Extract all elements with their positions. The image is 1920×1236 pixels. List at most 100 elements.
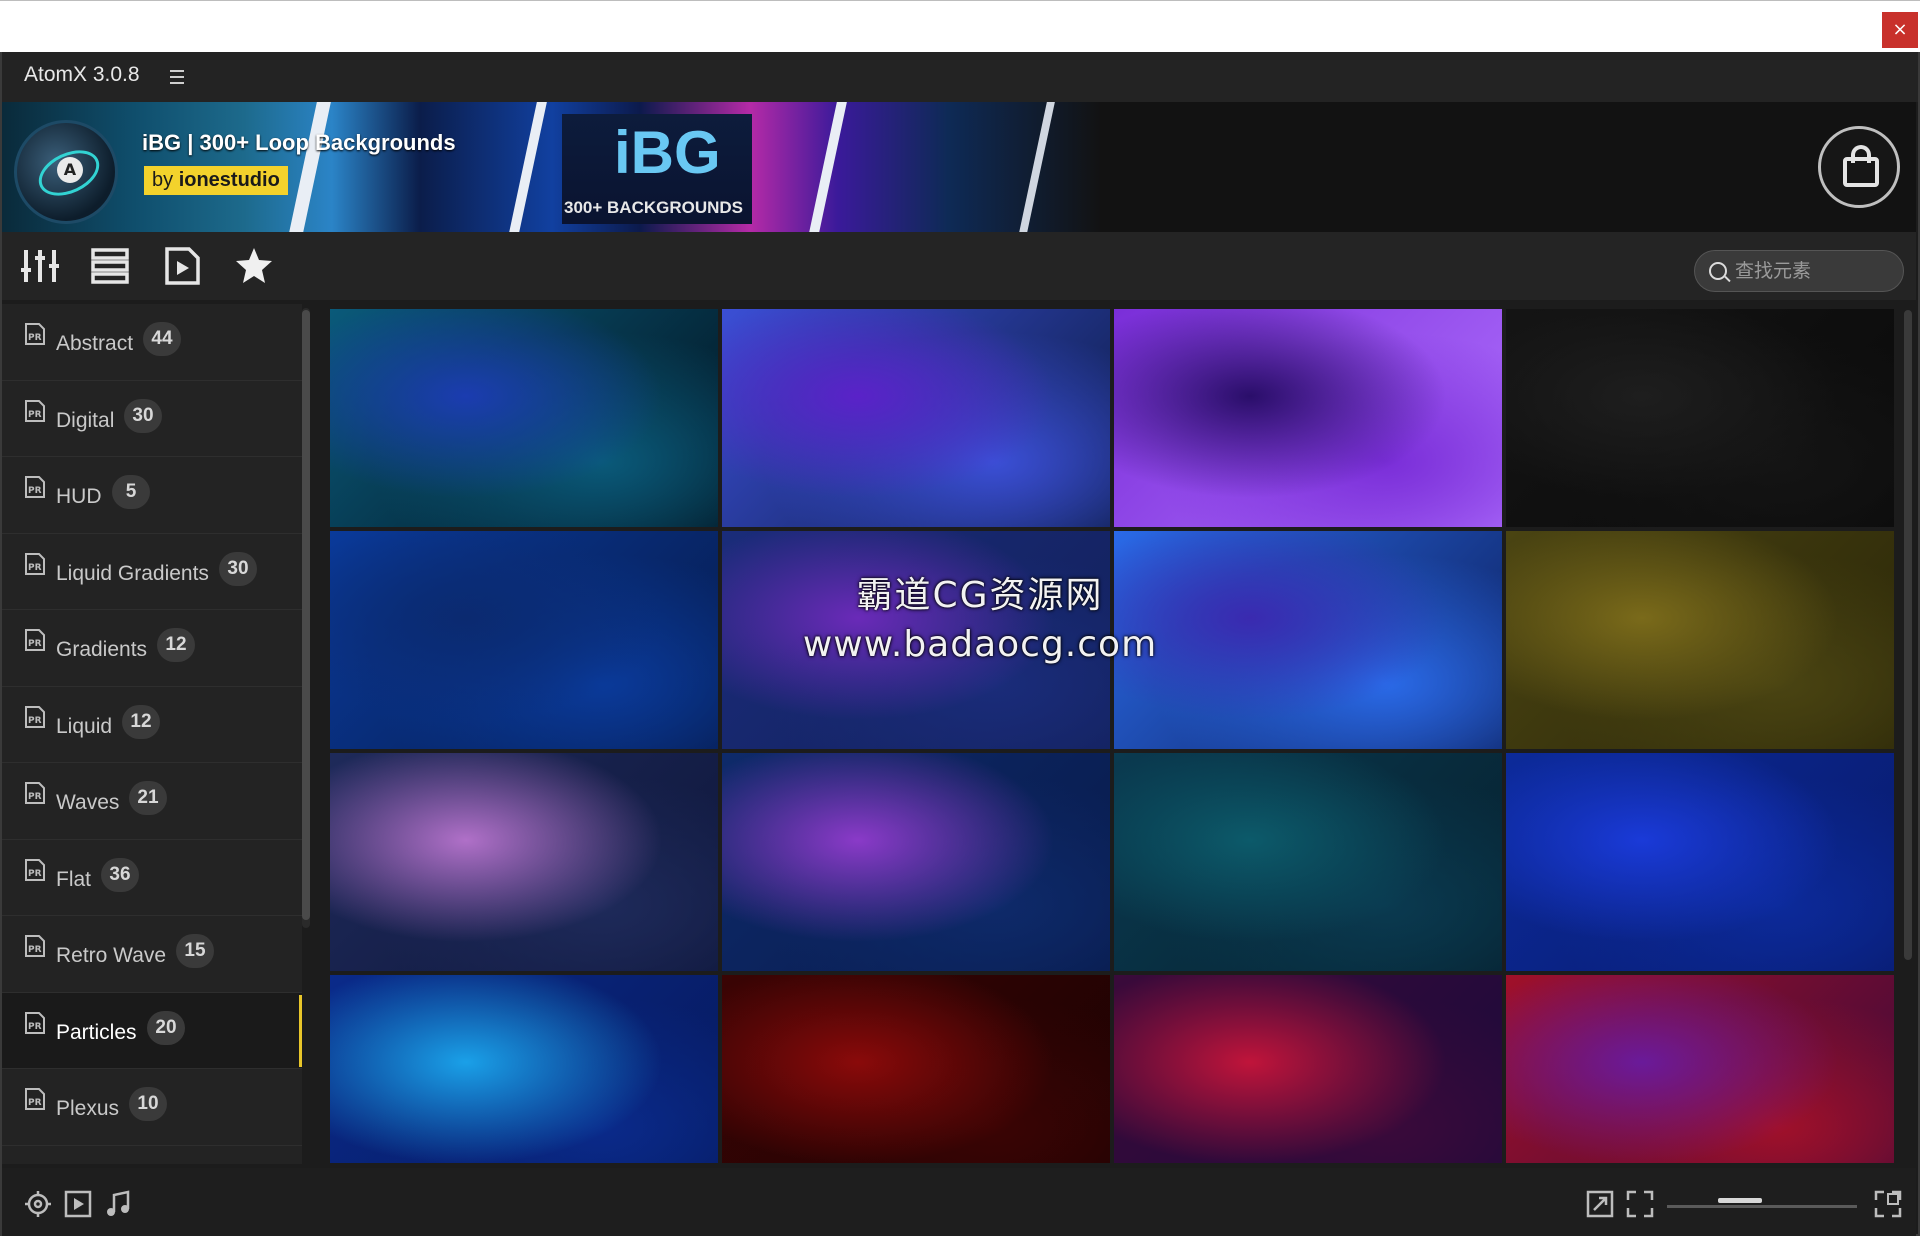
sidebar-item[interactable]: PR HUD 5: [2, 457, 302, 534]
premiere-file-icon: PR: [24, 399, 46, 423]
zoom-slider-track[interactable]: [1667, 1205, 1857, 1208]
title-bar: AtomX 3.0.8: [2, 52, 1918, 102]
video-thumbnail[interactable]: [1114, 753, 1502, 971]
sidebar-item[interactable]: PR Flat 36: [2, 840, 302, 916]
sidebar-item[interactable]: PR Digital 30: [2, 381, 302, 457]
search-box[interactable]: [1694, 250, 1904, 292]
star-icon[interactable]: [234, 246, 274, 286]
target-icon[interactable]: [24, 1190, 52, 1218]
sidebar-item-label: Particles: [56, 1020, 137, 1044]
sidebar-item-label: Flat: [56, 867, 92, 891]
sidebar-item-label: Digital: [56, 408, 115, 432]
video-thumbnail[interactable]: [330, 975, 718, 1163]
premiere-file-icon: PR: [24, 705, 46, 729]
video-thumbnail[interactable]: [330, 309, 718, 527]
video-thumbnail[interactable]: [722, 753, 1110, 971]
sidebar-item[interactable]: PR Liquid 12: [2, 687, 302, 763]
sidebar-item-count: 30: [124, 398, 162, 433]
sidebar-item-count: 36: [101, 857, 139, 892]
svg-text:PR: PR: [28, 1022, 42, 1032]
pack-banner: A iBG | 300+ Loop Backgrounds by ionestu…: [2, 102, 1916, 232]
shop-button[interactable]: [1818, 126, 1900, 208]
banner-author: by ionestudio: [144, 166, 288, 195]
video-thumbnail[interactable]: [1506, 975, 1894, 1163]
svg-text:PR: PR: [28, 410, 42, 420]
list-icon[interactable]: [90, 246, 130, 286]
svg-text:PR: PR: [28, 563, 42, 573]
play-file-icon[interactable]: [162, 246, 202, 286]
search-input[interactable]: [1735, 257, 1895, 285]
atomx-logo-icon: A: [14, 120, 118, 224]
watermark: 霸道CG资源网 www.badaocg.com: [760, 566, 1200, 665]
premiere-file-icon: PR: [24, 475, 46, 499]
sidebar-item-label: Liquid: [56, 714, 113, 738]
svg-text:PR: PR: [28, 486, 42, 496]
video-thumbnail[interactable]: [722, 975, 1110, 1163]
premiere-file-icon: PR: [24, 781, 46, 805]
video-thumbnail[interactable]: [330, 753, 718, 971]
sidebar-item[interactable]: PR Gradients 12: [2, 610, 302, 687]
ibg-brand-text: iBG: [614, 119, 721, 186]
video-thumbnail[interactable]: [1506, 309, 1894, 527]
sidebar-item[interactable]: PR Waves 21: [2, 763, 302, 840]
fit-icon[interactable]: [1626, 1190, 1654, 1218]
grid-scrollbar[interactable]: [1904, 310, 1912, 960]
category-sidebar: PR Abstract 44 PR Digital 30 PR HUD 5 PR Liquid Gr…: [2, 304, 302, 1164]
ibg-brand-box: iBG 300+ BACKGROUNDS: [562, 114, 752, 224]
watermark-line1: 霸道CG资源网: [856, 575, 1104, 616]
sidebar-item-count: 12: [122, 704, 160, 739]
svg-text:PR: PR: [28, 333, 42, 343]
video-thumbnail[interactable]: [722, 309, 1110, 527]
sidebar-item-count: 10: [129, 1087, 167, 1121]
sidebar-item-label: Liquid Gradients: [56, 561, 209, 585]
sidebar-item[interactable]: PR Particles 20: [2, 992, 302, 1069]
thumbnail-grid: [330, 309, 1896, 1163]
sidebar-item[interactable]: PR Abstract 44: [2, 304, 302, 381]
music-icon[interactable]: [104, 1190, 132, 1218]
search-icon: [1709, 262, 1727, 280]
expand-icon[interactable]: [1586, 1190, 1614, 1218]
sidebar-item-label: Plexus: [56, 1097, 120, 1120]
sidebar-item-label: Abstract: [56, 332, 134, 355]
video-thumbnail[interactable]: [1506, 753, 1894, 971]
ibg-brand-subtitle: 300+ BACKGROUNDS: [564, 198, 744, 217]
hamburger-menu-icon[interactable]: [168, 66, 186, 86]
premiere-file-icon: PR: [24, 322, 46, 346]
premiere-file-icon: PR: [24, 1087, 46, 1111]
sidebar-item-count: 15: [176, 934, 214, 968]
svg-text:PR: PR: [28, 1098, 42, 1108]
video-thumbnail[interactable]: [1114, 975, 1502, 1163]
sliders-icon[interactable]: [20, 246, 60, 286]
video-thumbnail[interactable]: [1114, 309, 1502, 527]
premiere-file-icon: PR: [24, 858, 46, 882]
close-button[interactable]: ×: [1882, 12, 1918, 48]
premiere-file-icon: PR: [24, 552, 46, 576]
sidebar-item-label: Gradients: [56, 638, 148, 661]
banner-by-prefix: by: [152, 169, 174, 191]
sidebar-item-count: 30: [219, 551, 257, 586]
svg-text:PR: PR: [28, 945, 42, 955]
bottom-bar: [2, 1168, 1916, 1236]
video-thumbnail[interactable]: [330, 531, 718, 749]
sidebar-item-count: 20: [147, 1010, 185, 1045]
play-icon[interactable]: [64, 1190, 92, 1218]
banner-author-name: ionestudio: [178, 169, 280, 191]
sidebar-item[interactable]: PR Retro Wave 15: [2, 916, 302, 993]
top-strip: ×: [0, 0, 1920, 52]
svg-text:PR: PR: [28, 639, 42, 649]
sidebar-item[interactable]: PR Liquid Gradients 30: [2, 534, 302, 610]
sidebar-item-label: Waves: [56, 791, 120, 814]
fullscreen-icon[interactable]: [1874, 1190, 1902, 1218]
sidebar-scrollbar-thumb[interactable]: [302, 310, 310, 920]
banner-title: iBG | 300+ Loop Backgrounds: [142, 130, 456, 155]
svg-text:PR: PR: [28, 869, 42, 879]
toolbar: [2, 232, 1916, 300]
zoom-slider-thumb[interactable]: [1718, 1198, 1763, 1203]
sidebar-item[interactable]: PR Plexus 10: [2, 1069, 302, 1146]
watermark-line2: www.badaocg.com: [802, 624, 1158, 665]
sidebar-item-count: 44: [143, 322, 181, 356]
premiere-file-icon: PR: [24, 934, 46, 958]
svg-text:PR: PR: [28, 792, 42, 802]
video-thumbnail[interactable]: [1506, 531, 1894, 749]
sidebar-item-count: 21: [129, 781, 167, 815]
